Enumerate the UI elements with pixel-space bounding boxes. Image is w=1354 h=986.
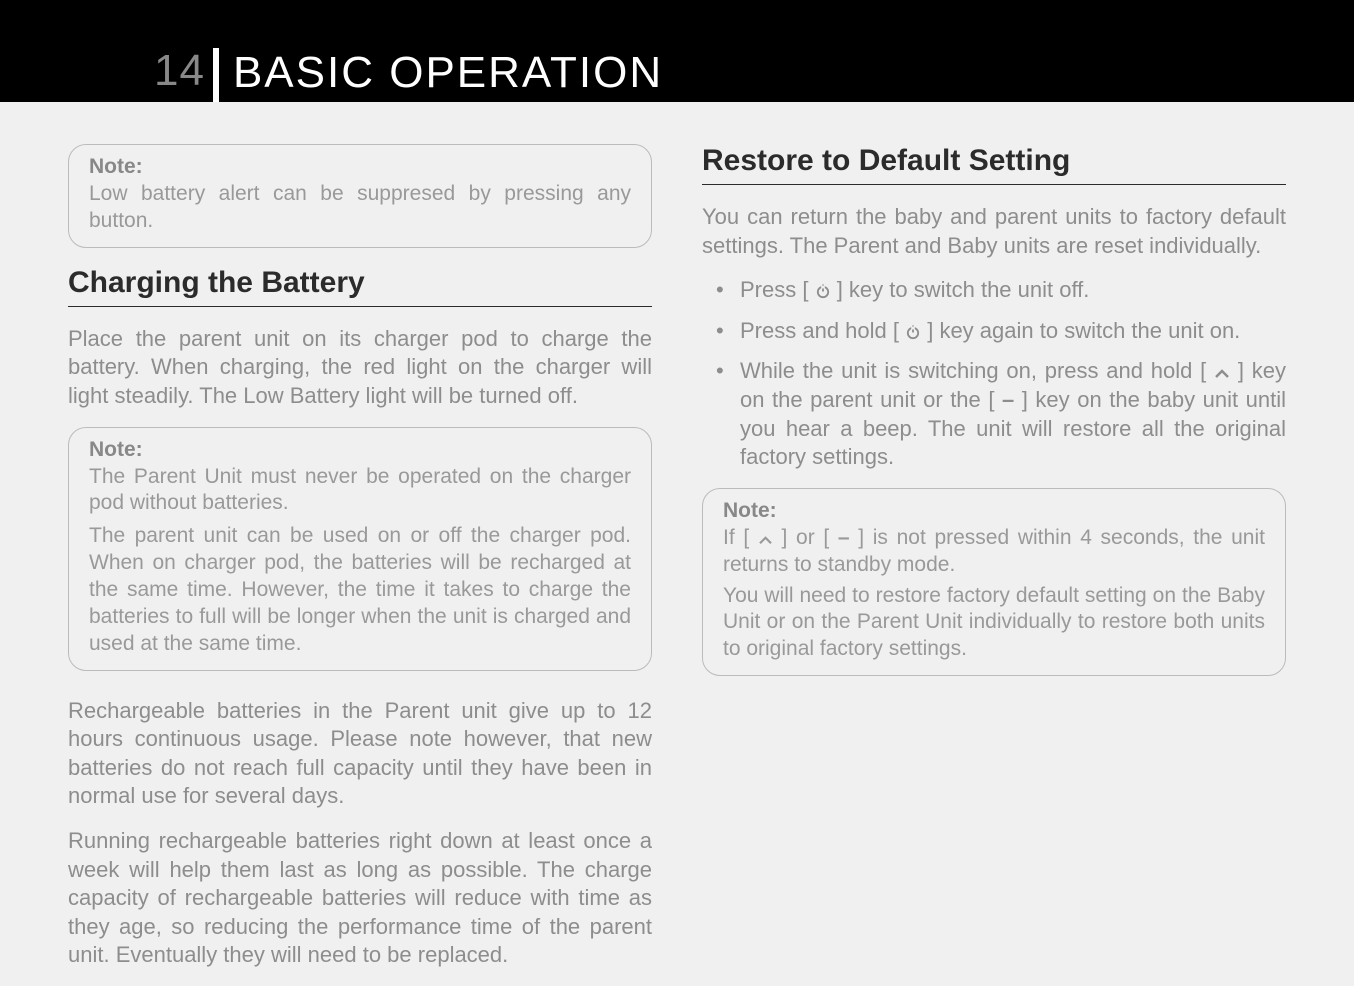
- note-label: Note:: [89, 155, 631, 179]
- text-fragment: While the unit is switching on, press an…: [740, 358, 1214, 383]
- paragraph: Rechargeable batteries in the Parent uni…: [68, 697, 652, 811]
- note-text: The parent unit can be used on or off th…: [89, 523, 631, 657]
- text-fragment: ] key again to switch the unit on.: [921, 318, 1240, 343]
- title-box: BASIC OPERATION: [213, 48, 663, 102]
- section-heading-charging: Charging the Battery: [68, 266, 652, 307]
- power-icon: [905, 324, 921, 340]
- page-title: BASIC OPERATION: [233, 48, 663, 97]
- list-item: Press and hold [ ] key again to switch t…: [740, 317, 1286, 346]
- paragraph: You can return the baby and parent units…: [702, 203, 1286, 260]
- text-fragment: ] key to switch the unit off.: [831, 277, 1090, 302]
- note-box-restore: Note: If [ ] or [ – ] is not pressed wit…: [702, 488, 1286, 676]
- paragraph: Place the parent unit on its charger pod…: [68, 325, 652, 411]
- instruction-list: Press [ ] key to switch the unit off. Pr…: [702, 276, 1286, 472]
- list-item: Press [ ] key to switch the unit off.: [740, 276, 1286, 305]
- note-box-low-battery: Note: Low battery alert can be suppresed…: [68, 144, 652, 248]
- text-fragment: If [: [723, 526, 758, 549]
- note-text: If [ ] or [ – ] is not pressed within 4 …: [723, 525, 1265, 579]
- chevron-up-icon: [758, 535, 773, 546]
- right-column: Restore to Default Setting You can retur…: [702, 144, 1286, 986]
- header-inner: 14 BASIC OPERATION: [154, 46, 663, 102]
- text-fragment: Press [: [740, 277, 815, 302]
- paragraph: Running rechargeable batteries right dow…: [68, 827, 652, 970]
- left-column: Note: Low battery alert can be suppresed…: [68, 144, 652, 986]
- page-number: 14: [154, 46, 213, 102]
- minus-icon: –: [838, 526, 850, 549]
- note-text: The Parent Unit must never be operated o…: [89, 464, 631, 518]
- list-item: While the unit is switching on, press an…: [740, 357, 1286, 471]
- page-body: Note: Low battery alert can be suppresed…: [0, 102, 1354, 986]
- section-heading-restore: Restore to Default Setting: [702, 144, 1286, 185]
- note-label: Note:: [89, 438, 631, 462]
- note-label: Note:: [723, 499, 1265, 523]
- page-header: 14 BASIC OPERATION: [0, 0, 1354, 102]
- text-fragment: ] or [: [773, 526, 838, 549]
- power-icon: [815, 283, 831, 299]
- note-text: You will need to restore factory default…: [723, 583, 1265, 664]
- note-text: Low battery alert can be suppresed by pr…: [89, 181, 631, 235]
- text-fragment: Press and hold [: [740, 318, 905, 343]
- chevron-up-icon: [1214, 368, 1230, 380]
- minus-icon: –: [1002, 387, 1014, 412]
- note-box-charger-pod: Note: The Parent Unit must never be oper…: [68, 427, 652, 671]
